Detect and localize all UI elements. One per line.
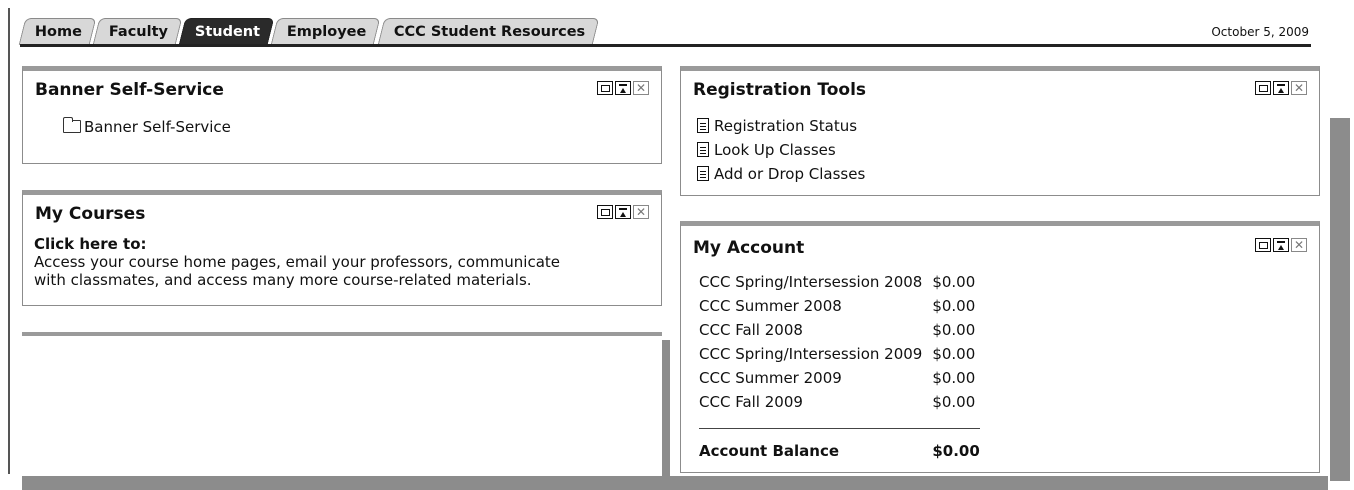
account-row: CCC Spring/Intersession 2009 $0.00 (699, 342, 980, 366)
portlet-title: Registration Tools (693, 80, 867, 100)
document-icon (697, 166, 709, 181)
maximize-icon[interactable] (1255, 238, 1271, 252)
account-amount: $0.00 (932, 393, 976, 411)
account-term: CCC Spring/Intersession 2008 (699, 273, 923, 291)
my-account-portlet: My Account ✕ CCC Spring/Intersession 200… (680, 221, 1320, 473)
folder-icon (63, 117, 81, 133)
document-icon (697, 118, 709, 133)
tab-employee[interactable]: Employee (270, 18, 382, 45)
registration-tools-portlet: Registration Tools ✕ Registration Status… (680, 66, 1320, 196)
account-amount: $0.00 (932, 321, 976, 339)
tab-home[interactable]: Home (18, 18, 97, 45)
account-balance-label: Account Balance (699, 442, 840, 460)
account-amount: $0.00 (932, 273, 976, 291)
empty-portlet-border (22, 332, 662, 336)
account-row: CCC Summer 2009 $0.00 (699, 366, 980, 390)
my-courses-content: Click here to: Access your course home p… (34, 235, 560, 289)
account-total-row: Account Balance $0.00 (699, 432, 980, 464)
portlet-controls: ✕ (1255, 81, 1307, 95)
maximize-icon[interactable] (597, 205, 613, 219)
tab-ccc-student-resources[interactable]: CCC Student Resources (377, 18, 600, 45)
courses-link-heading[interactable]: Click here to: (34, 235, 560, 253)
look-up-classes-label: Look Up Classes (714, 141, 836, 159)
move-to-top-icon[interactable] (1273, 81, 1289, 95)
column-shadow (662, 340, 670, 480)
registration-status-link[interactable]: Registration Status (697, 114, 865, 138)
close-icon[interactable]: ✕ (1291, 238, 1307, 252)
account-row: CCC Fall 2008 $0.00 (699, 318, 980, 342)
close-icon[interactable]: ✕ (633, 205, 649, 219)
account-amount: $0.00 (932, 369, 976, 387)
account-table: CCC Spring/Intersession 2008 $0.00 CCC Su… (699, 270, 980, 464)
registration-links: Registration Status Look Up Classes Add … (697, 114, 865, 186)
courses-description-line2: with classmates, and access many more co… (34, 271, 532, 289)
maximize-icon[interactable] (597, 81, 613, 95)
current-date: October 5, 2009 (1211, 25, 1309, 39)
tab-faculty-label: Faculty (108, 24, 169, 40)
main-tabs: Home Faculty Student Employee CCC Studen… (18, 18, 600, 45)
account-amount: $0.00 (932, 345, 976, 363)
maximize-icon[interactable] (1255, 81, 1271, 95)
account-term: CCC Spring/Intersession 2009 (699, 345, 923, 363)
my-courses-portlet: My Courses ✕ Click here to: Access your … (22, 190, 662, 306)
registration-status-label: Registration Status (714, 117, 858, 135)
account-separator (699, 414, 980, 432)
add-or-drop-classes-label: Add or Drop Classes (714, 165, 866, 183)
account-amount: $0.00 (932, 297, 976, 315)
bottom-shadow (22, 476, 1328, 490)
account-balance-amount: $0.00 (932, 442, 980, 460)
account-term: CCC Fall 2009 (699, 393, 803, 411)
tab-bar-underline (20, 44, 1311, 47)
account-term: CCC Fall 2008 (699, 321, 803, 339)
portlet-title: Banner Self-Service (35, 80, 224, 100)
tab-ccc-student-resources-label: CCC Student Resources (393, 24, 585, 40)
right-shadow (1330, 118, 1350, 481)
portlet-title: My Account (693, 238, 805, 258)
tab-faculty[interactable]: Faculty (92, 18, 183, 45)
look-up-classes-link[interactable]: Look Up Classes (697, 138, 865, 162)
left-border (8, 8, 10, 474)
document-icon (697, 142, 709, 157)
account-term: CCC Summer 2009 (699, 369, 842, 387)
move-to-top-icon[interactable] (615, 205, 631, 219)
portlet-controls: ✕ (1255, 238, 1307, 252)
portlet-controls: ✕ (597, 205, 649, 219)
tab-home-label: Home (34, 24, 82, 40)
move-to-top-icon[interactable] (1273, 238, 1289, 252)
account-term: CCC Summer 2008 (699, 297, 842, 315)
close-icon[interactable]: ✕ (633, 81, 649, 95)
account-row: CCC Fall 2009 $0.00 (699, 390, 980, 414)
tab-employee-label: Employee (287, 24, 367, 40)
tab-student-label: Student (195, 24, 261, 40)
banner-self-service-link-label: Banner Self-Service (84, 118, 231, 136)
move-to-top-icon[interactable] (615, 81, 631, 95)
banner-self-service-portlet: Banner Self-Service ✕ Banner Self-Servic… (22, 66, 662, 164)
account-row: CCC Summer 2008 $0.00 (699, 294, 980, 318)
tab-student[interactable]: Student (178, 18, 275, 45)
close-icon[interactable]: ✕ (1291, 81, 1307, 95)
banner-self-service-link[interactable]: Banner Self-Service (63, 117, 231, 136)
add-or-drop-classes-link[interactable]: Add or Drop Classes (697, 162, 865, 186)
portlet-controls: ✕ (597, 81, 649, 95)
account-row: CCC Spring/Intersession 2008 $0.00 (699, 270, 980, 294)
courses-description-line1: Access your course home pages, email you… (34, 253, 561, 271)
portlet-title: My Courses (35, 204, 146, 224)
